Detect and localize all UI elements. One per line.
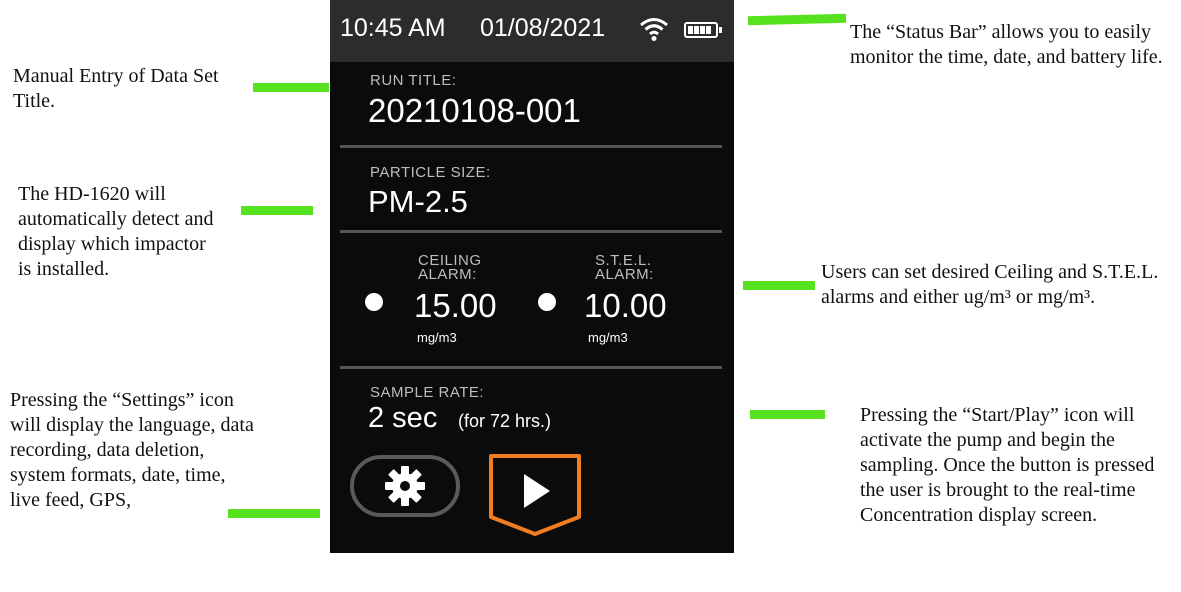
stel-label-2: ALARM: xyxy=(595,266,654,283)
divider xyxy=(340,366,722,369)
particle-size-label: PARTICLE SIZE: xyxy=(370,164,491,181)
ceiling-unit: mg/m3 xyxy=(417,330,457,345)
annotation-alarms: Users can set desired Ceiling and S.T.E.… xyxy=(821,261,1159,308)
particle-size-value: PM-2.5 xyxy=(368,184,468,219)
ceiling-value[interactable]: 15.00 xyxy=(414,287,497,325)
stel-unit: mg/m3 xyxy=(588,330,628,345)
divider xyxy=(340,145,722,148)
ceiling-label-2: ALARM: xyxy=(418,266,477,283)
status-time: 10:45 AM xyxy=(340,14,446,42)
play-icon xyxy=(524,474,550,508)
sample-rate-value[interactable]: 2 sec xyxy=(368,402,437,435)
start-button[interactable] xyxy=(488,453,582,537)
run-title-value[interactable]: 20210108-001 xyxy=(368,92,581,130)
wifi-icon xyxy=(640,18,668,41)
pointer-start xyxy=(750,410,825,419)
sample-rate-label: SAMPLE RATE: xyxy=(370,384,485,401)
pointer-run-title xyxy=(253,83,329,92)
battery-icon xyxy=(684,22,722,38)
settings-button[interactable] xyxy=(350,455,460,517)
annotation-settings: Pressing the “Settings” icon will displa… xyxy=(10,389,254,511)
status-date: 01/08/2021 xyxy=(480,14,606,42)
annotation-impactor: The HD-1620 will automatically detect an… xyxy=(18,183,214,280)
gear-icon xyxy=(385,466,425,506)
pointer-status-bar xyxy=(747,13,847,26)
annotation-status-bar: The “Status Bar” allows you to easily mo… xyxy=(850,21,1163,68)
pointer-impactor xyxy=(241,206,313,215)
annotation-run-title: Manual Entry of Data Set Title. xyxy=(13,65,219,112)
sample-rate-detail: (for 72 hrs.) xyxy=(458,411,552,431)
annotation-start: Pressing the “Start/Play” icon will acti… xyxy=(860,404,1155,526)
run-title-label: RUN TITLE: xyxy=(370,72,457,89)
pointer-settings xyxy=(228,509,320,518)
stel-value[interactable]: 10.00 xyxy=(584,287,667,325)
ceiling-alarm-toggle[interactable] xyxy=(365,293,383,311)
stel-alarm-toggle[interactable] xyxy=(538,293,556,311)
pointer-alarms xyxy=(743,281,815,290)
status-bar: 10:45 AM 01/08/2021 xyxy=(330,0,734,62)
divider xyxy=(340,230,722,233)
device-screen: 10:45 AM 01/08/2021 RUN TITLE: 20210108-… xyxy=(330,0,734,553)
